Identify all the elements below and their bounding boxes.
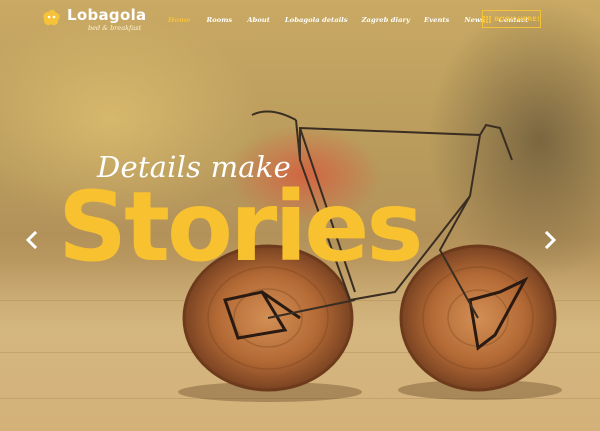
chevron-right-icon[interactable] [544, 231, 558, 249]
brand-name: Lobagola [67, 6, 147, 24]
nav-item-rooms[interactable]: Rooms [206, 16, 232, 24]
logo[interactable]: Lobagola bed & breakfast [40, 7, 146, 32]
table-grain [0, 398, 600, 399]
table-grain [0, 300, 600, 301]
brand-tagline: bed & breakfast [88, 24, 142, 32]
nav-item-about[interactable]: About [247, 16, 270, 24]
book-here-button[interactable]: BOOK HERE! [482, 10, 541, 28]
chevron-left-icon[interactable] [24, 231, 38, 249]
main-nav: Home Rooms About Lobagola details Zagreb… [168, 16, 528, 24]
hero-headline: Stories [58, 171, 423, 283]
nav-item-zagreb-diary[interactable]: Zagreb diary [362, 16, 410, 24]
table-surface [0, 262, 600, 431]
nav-item-events[interactable]: Events [424, 16, 449, 24]
table-grain [0, 352, 600, 353]
book-here-label: BOOK HERE! [494, 15, 540, 23]
nav-item-lobagola-details[interactable]: Lobagola details [285, 16, 348, 24]
logo-mark-icon [43, 9, 60, 26]
nav-item-home[interactable]: Home [168, 16, 190, 24]
grid-icon [483, 15, 492, 23]
hero-slider: Lobagola bed & breakfast Home Rooms Abou… [0, 0, 600, 431]
